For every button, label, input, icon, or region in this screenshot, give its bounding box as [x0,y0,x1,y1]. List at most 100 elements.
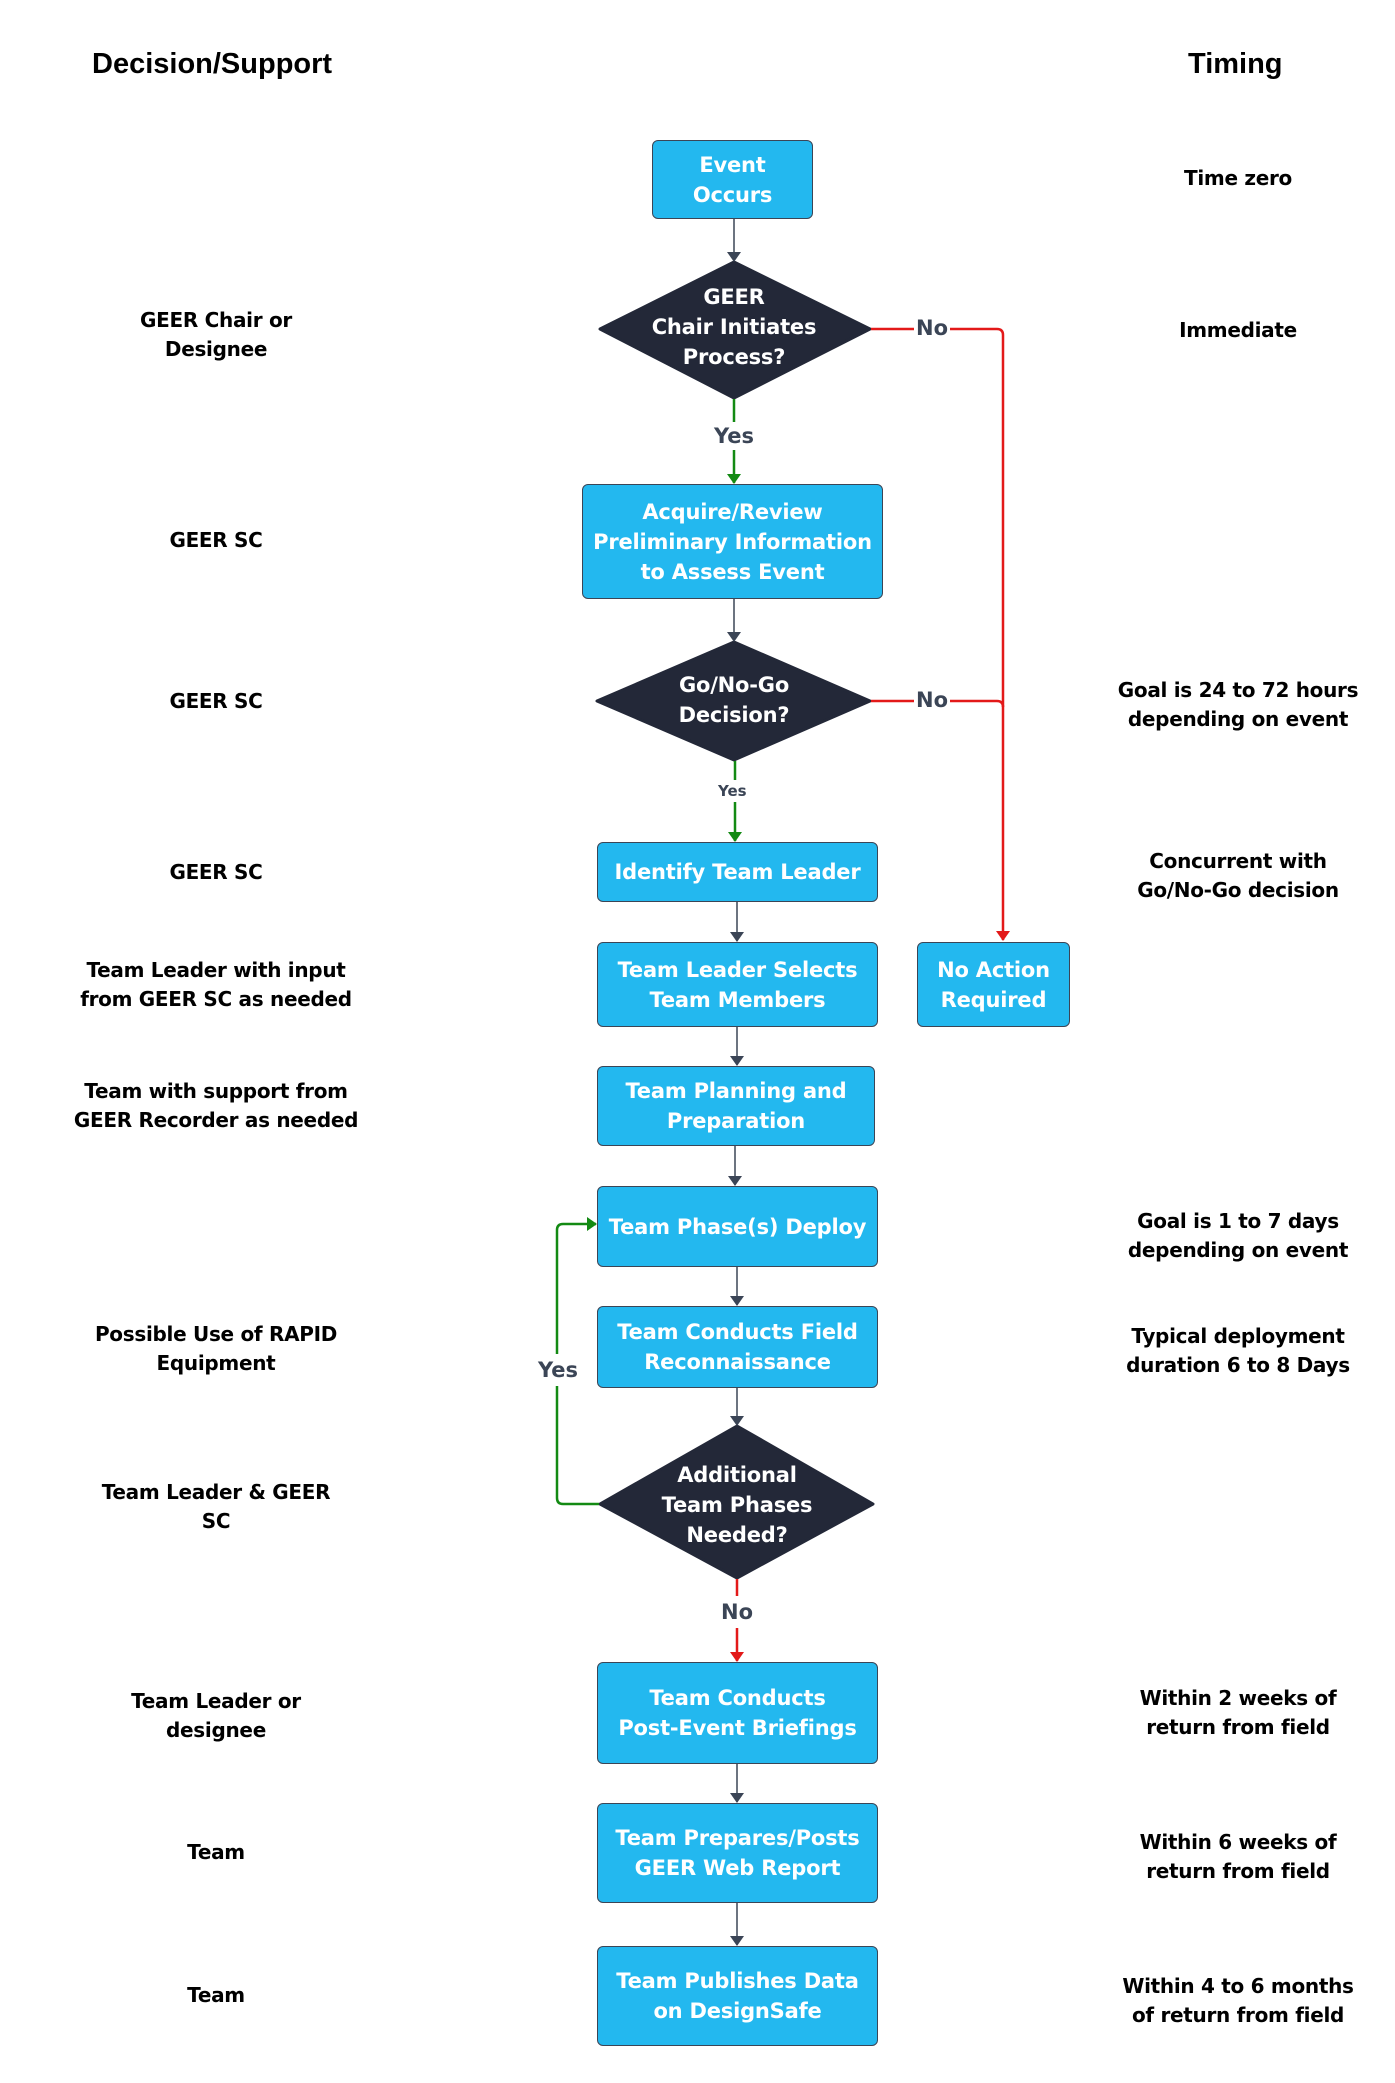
edge-label-gonogo-yes: Yes [718,780,747,802]
timing-text-line: Go/No-Go decision [1137,878,1339,902]
timing-text-line: depending on event [1127,1238,1349,1262]
node-text-line: Occurs [692,182,773,207]
edge-label-gonogo-no: No [914,688,951,712]
timing-web-report: Within 6 weeks of return from field [1068,1828,1395,1886]
support-text-line: GEER SC [169,860,263,884]
node-text-line: Required [940,987,1047,1012]
node-text-line: Team Publishes Data [616,1969,859,1993]
node-text-line: Team Leader Selects [617,957,858,982]
timing-gonogo: Goal is 24 to 72 hours depending on even… [1068,676,1395,734]
node-text-line: Identify Team Leader [614,860,861,884]
node-text-line: No Action [937,957,1050,982]
node-text-line: Team Phase(s) Deploy [608,1214,867,1239]
node-text-line: Decision? [678,703,790,727]
node-event-occurs[interactable]: Event Occurs [652,140,813,219]
node-post-event-briefings[interactable]: Team Conducts Post-Event Briefings [597,1662,878,1764]
support-text-line: GEER Chair or [140,308,292,332]
support-text-line: GEER SC [169,689,263,713]
timing-text-line: Immediate [1179,318,1297,342]
timing-recon: Typical deployment duration 6 to 8 Days [1068,1322,1395,1380]
node-text-line: on DesignSafe [653,1999,822,2023]
node-web-report[interactable]: Team Prepares/Posts GEER Web Report [597,1803,878,1903]
node-text-line: Event [699,152,766,177]
node-text-line: Team Prepares/Posts [615,1826,860,1850]
support-additional: Team Leader & GEER SC [46,1478,386,1536]
node-phases-deploy[interactable]: Team Phase(s) Deploy [597,1186,878,1267]
node-text-line: Chair Initiates [651,315,817,339]
support-text-line: Team [187,1840,245,1864]
support-selects: Team Leader with input from GEER SC as n… [46,956,386,1014]
node-text-line: Team Members [649,987,826,1012]
node-text-line: Needed? [686,1523,788,1547]
timing-text-line: return from field [1146,1859,1330,1883]
node-text-line: Preparation [666,1109,806,1133]
support-text-line: Team [187,1983,245,2007]
node-field-reconnaissance[interactable]: Team Conducts Field Reconnaissance [597,1306,878,1388]
support-text-line: Team Leader & GEER [101,1480,331,1504]
support-planning: Team with support from GEER Recorder as … [46,1077,386,1135]
support-text-line: Designee [164,337,268,361]
node-text-line: Team Phases [661,1493,813,1517]
timing-designsafe: Within 4 to 6 months of return from fiel… [1068,1972,1395,2030]
node-identify-team-leader[interactable]: Identify Team Leader [597,842,878,902]
support-designsafe: Team [46,1981,386,2010]
node-no-action-required[interactable]: No Action Required [917,942,1070,1027]
node-text-line: GEER [703,285,765,309]
timing-text-line: Within 2 weeks of [1139,1686,1337,1710]
node-text-line: GEER Web Report [634,1856,841,1880]
node-text-line: Team Conducts Field [617,1320,858,1344]
support-text-line: Team with support from [84,1079,348,1103]
support-chair: GEER Chair or Designee [46,306,386,364]
timing-text-line: Concurrent with [1149,849,1327,873]
support-text-line: Possible Use of RAPID [94,1322,338,1346]
support-text-line: Team Leader with input [86,958,346,982]
timing-identify: Concurrent with Go/No-Go decision [1068,847,1395,905]
timing-chair: Immediate [1068,316,1395,345]
node-text-line: Go/No-Go [678,673,790,697]
timing-text-line: Goal is 24 to 72 hours [1117,678,1359,702]
node-text-line: to Assess Event [640,559,825,584]
timing-text-line: of return from field [1131,2003,1345,2027]
support-gonogo: GEER SC [46,687,386,716]
timing-text-line: depending on event [1127,707,1349,731]
support-web-report: Team [46,1838,386,1867]
support-text-line: SC [201,1509,231,1533]
node-go-no-go-text: Go/No-Go Decision? [620,670,848,730]
timing-text-line: Goal is 1 to 7 days [1137,1209,1339,1233]
node-text-line: Team Planning and [625,1079,847,1103]
edge-label-chair-yes: Yes [714,422,755,450]
node-planning-preparation[interactable]: Team Planning and Preparation [597,1066,875,1146]
support-identify: GEER SC [46,858,386,887]
node-text-line: Preliminary Information [593,529,872,554]
timing-text-line: Time zero [1184,166,1292,190]
node-text-line: Additional [677,1463,797,1487]
node-text-line: Team Conducts [649,1686,826,1710]
timing-deploy: Goal is 1 to 7 days depending on event [1068,1207,1395,1265]
timing-text-line: Typical deployment [1131,1324,1345,1348]
timing-text-line: Within 4 to 6 months [1122,1974,1354,1998]
edge-label-additional-yes: Yes [538,1354,579,1386]
node-leader-selects-members[interactable]: Team Leader Selects Team Members [597,942,878,1027]
node-designsafe[interactable]: Team Publishes Data on DesignSafe [597,1946,878,2046]
support-text-line: from GEER SC as needed [80,987,352,1011]
support-text-line: GEER Recorder as needed [73,1108,359,1132]
timing-event: Time zero [1068,164,1395,193]
timing-briefings: Within 2 weeks of return from field [1068,1684,1395,1742]
support-briefings: Team Leader or designee [46,1687,386,1745]
timing-text-line: duration 6 to 8 Days [1126,1353,1350,1377]
edge-label-chair-no: No [914,316,951,340]
node-chair-initiates-text: GEER Chair Initiates Process? [620,282,848,372]
node-additional-phases-text: Additional Team Phases Needed? [623,1460,851,1550]
support-text-line: Equipment [156,1351,276,1375]
timing-text-line: Within 6 weeks of [1139,1830,1337,1854]
node-text-line: Acquire/Review [642,499,823,524]
node-text-line: Reconnaissance [644,1350,831,1374]
node-text-line: Process? [682,345,786,369]
support-text-line: Team Leader or [131,1689,301,1713]
support-recon: Possible Use of RAPID Equipment [46,1320,386,1378]
support-acquire: GEER SC [46,526,386,555]
timing-text-line: return from field [1146,1715,1330,1739]
support-text-line: designee [166,1718,266,1742]
node-acquire-review[interactable]: Acquire/Review Preliminary Information to … [582,484,883,599]
support-text-line: GEER SC [169,528,263,552]
